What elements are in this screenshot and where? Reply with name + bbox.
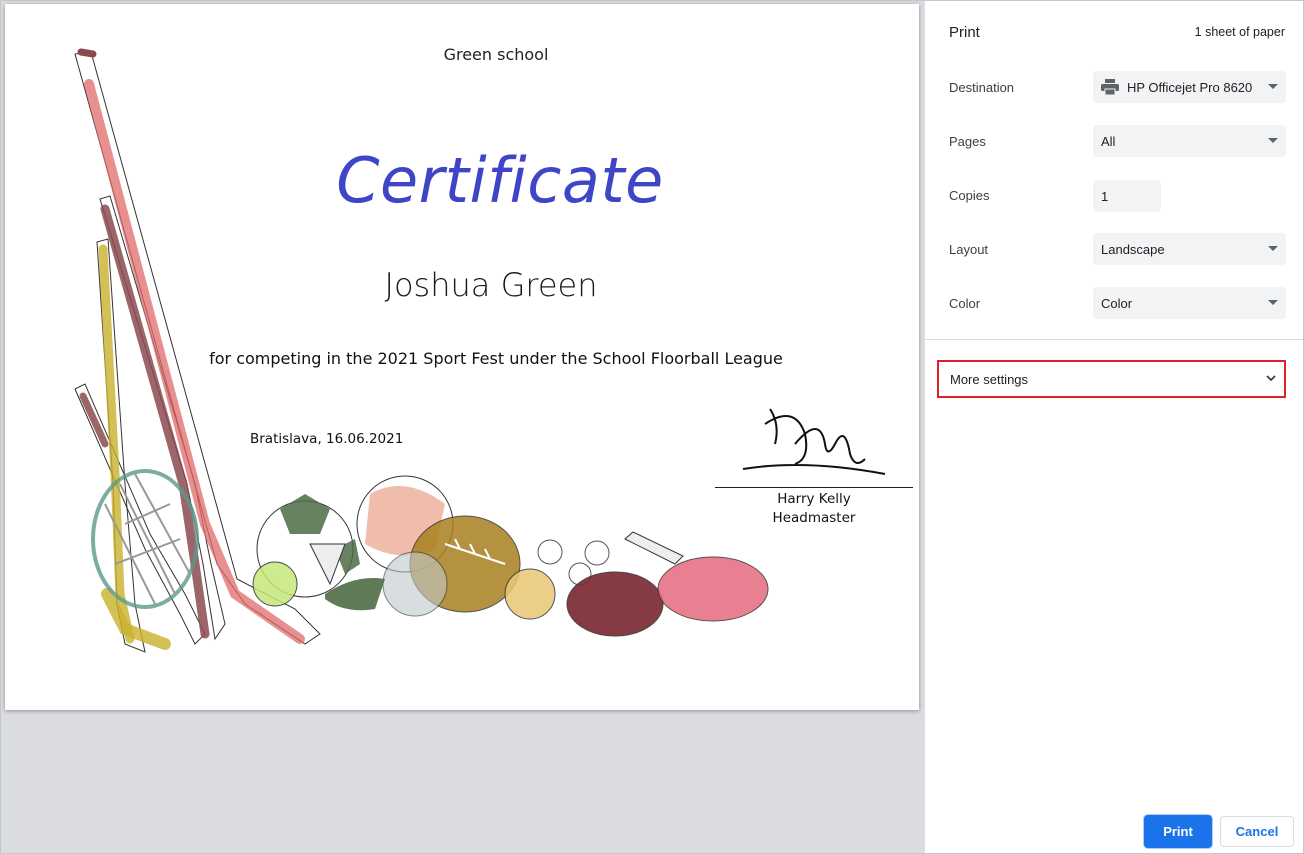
copies-label: Copies bbox=[949, 188, 990, 203]
pages-value: All bbox=[1101, 133, 1116, 149]
pages-label: Pages bbox=[949, 134, 986, 149]
signature-block: Harry Kelly Headmaster bbox=[715, 400, 915, 530]
more-settings-toggle[interactable]: More settings bbox=[937, 360, 1286, 398]
color-value: Color bbox=[1101, 295, 1133, 311]
chevron-down-icon bbox=[1268, 246, 1278, 251]
place-and-date: Bratislava, 16.06.2021 bbox=[250, 431, 404, 447]
signer-name: Harry Kelly bbox=[777, 491, 851, 507]
certificate-title: Certificate bbox=[336, 144, 664, 217]
recipient-name: Joshua Green bbox=[384, 266, 598, 304]
certificate-reason: for competing in the 2021 Sport Fest und… bbox=[209, 349, 783, 368]
print-button[interactable]: Print bbox=[1144, 815, 1212, 848]
signer-role: Headmaster bbox=[772, 510, 856, 526]
destination-select[interactable]: HP Officejet Pro 8620 bbox=[1093, 71, 1286, 103]
destination-value: HP Officejet Pro 8620 bbox=[1127, 79, 1253, 95]
school-name: Green school bbox=[443, 45, 549, 64]
certificate-page: Green school Certificate Joshua Green fo… bbox=[5, 4, 919, 710]
destination-label: Destination bbox=[949, 80, 1015, 95]
sheet-count: 1 sheet of paper bbox=[1194, 25, 1285, 39]
layout-value: Landscape bbox=[1101, 241, 1165, 257]
pages-select[interactable]: All bbox=[1093, 125, 1286, 157]
more-settings-label: More settings bbox=[950, 371, 1029, 387]
color-label: Color bbox=[949, 296, 981, 311]
layout-select[interactable]: Landscape bbox=[1093, 233, 1286, 265]
signature-line bbox=[715, 487, 913, 488]
chevron-down-icon bbox=[1266, 375, 1276, 382]
print-preview-area: Green school Certificate Joshua Green fo… bbox=[0, 0, 924, 854]
color-select[interactable]: Color bbox=[1093, 287, 1286, 319]
panel-title: Print bbox=[949, 24, 980, 41]
layout-label: Layout bbox=[949, 242, 989, 257]
printer-icon bbox=[1101, 79, 1119, 95]
chevron-down-icon bbox=[1268, 138, 1278, 143]
section-divider bbox=[925, 339, 1303, 340]
chevron-down-icon bbox=[1268, 300, 1278, 305]
copies-input[interactable]: 1 bbox=[1093, 180, 1161, 212]
cancel-button[interactable]: Cancel bbox=[1220, 816, 1294, 847]
chevron-down-icon bbox=[1268, 84, 1278, 89]
print-settings-panel: Print 1 sheet of paper Destination HP Of… bbox=[924, 0, 1304, 854]
